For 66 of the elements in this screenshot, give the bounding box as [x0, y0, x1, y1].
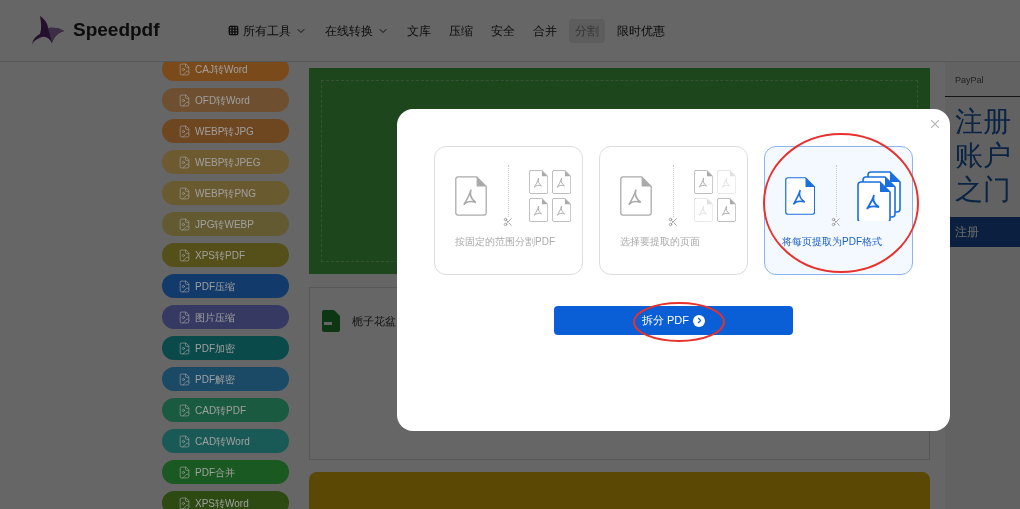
split-option-card[interactable]: 按固定的范围分割PDF: [434, 146, 583, 275]
file-icon: [178, 434, 191, 448]
file-icon: [178, 465, 191, 479]
pdf-page-icon: [694, 170, 714, 194]
nav-link[interactable]: 限时优惠: [611, 18, 671, 43]
nav-link[interactable]: 文库: [401, 18, 437, 43]
pdf-page-icon: [552, 198, 572, 222]
pdf-page-icon: [717, 198, 737, 222]
file-name: 栀子花盆: [352, 313, 396, 329]
file-icon: [178, 403, 191, 417]
ad-headline: 账户: [955, 138, 1012, 173]
tool-link[interactable]: XPS转Word: [162, 491, 289, 509]
close-icon: [928, 117, 942, 131]
tool-link[interactable]: PDF解密: [162, 367, 289, 391]
file-icon: [178, 496, 191, 509]
spreadsheet-file-icon: [322, 309, 340, 332]
file-icon: [178, 279, 191, 293]
grid-icon: [228, 25, 239, 36]
pdf-file-icon: [455, 176, 487, 216]
file-icon: [178, 186, 191, 200]
nav-link[interactable]: 压缩: [443, 18, 479, 43]
ad-brand: PayPal: [945, 74, 1020, 97]
pdf-stack-icon: [857, 171, 904, 221]
ad-headline: 之门: [955, 172, 1012, 207]
tool-link[interactable]: JPG转WEBP: [162, 212, 289, 236]
pdf-file-icon: [620, 176, 652, 216]
scissors-icon: [503, 217, 513, 227]
file-icon: [178, 372, 191, 386]
tool-link[interactable]: OFD转Word: [162, 88, 289, 112]
tool-link[interactable]: PDF加密: [162, 336, 289, 360]
tool-link[interactable]: CAD转Word: [162, 429, 289, 453]
pdf-page-icon: [694, 198, 714, 222]
pdf-file-icon: [785, 177, 816, 215]
tool-link[interactable]: PDF合并: [162, 460, 289, 484]
ad-headline: 注册: [955, 104, 1012, 139]
nav-link[interactable]: 在线转换: [319, 18, 395, 43]
pdf-page-icon: [529, 170, 549, 194]
pdf-page-icon: [552, 170, 572, 194]
file-icon: [178, 93, 191, 107]
scissors-icon: [668, 217, 678, 227]
split-option-card[interactable]: 将每页提取为PDF格式: [764, 146, 913, 275]
tool-link[interactable]: 图片压缩: [162, 305, 289, 329]
tool-link[interactable]: CAJ转Word: [162, 62, 289, 81]
split-option-card[interactable]: 选择要提取的页面: [599, 146, 748, 275]
nav-link[interactable]: 安全: [485, 18, 521, 43]
file-icon: [178, 310, 191, 324]
pdf-page-icon: [717, 170, 737, 194]
file-icon: [178, 62, 191, 76]
tool-link[interactable]: XPS转PDF: [162, 243, 289, 267]
scissors-icon: [831, 217, 842, 227]
split-pdf-button[interactable]: 拆分 PDF: [554, 306, 793, 335]
tool-link[interactable]: CAD转PDF: [162, 398, 289, 422]
nav-link[interactable]: 合并: [527, 18, 563, 43]
file-icon: [178, 217, 191, 231]
logo-icon: [32, 15, 64, 46]
pdf-page-icon: [529, 198, 549, 222]
tool-link[interactable]: WEBP转PNG: [162, 181, 289, 205]
file-icon: [178, 341, 191, 355]
file-icon: [178, 124, 191, 138]
brand-name[interactable]: Speedpdf: [73, 16, 222, 45]
tool-link[interactable]: WEBP转JPEG: [162, 150, 289, 174]
file-icon: [178, 155, 191, 169]
tool-link[interactable]: PDF压缩: [162, 274, 289, 298]
file-icon: [178, 248, 191, 262]
nav-link[interactable]: 所有工具: [222, 18, 313, 43]
tool-link[interactable]: WEBP转JPG: [162, 119, 289, 143]
